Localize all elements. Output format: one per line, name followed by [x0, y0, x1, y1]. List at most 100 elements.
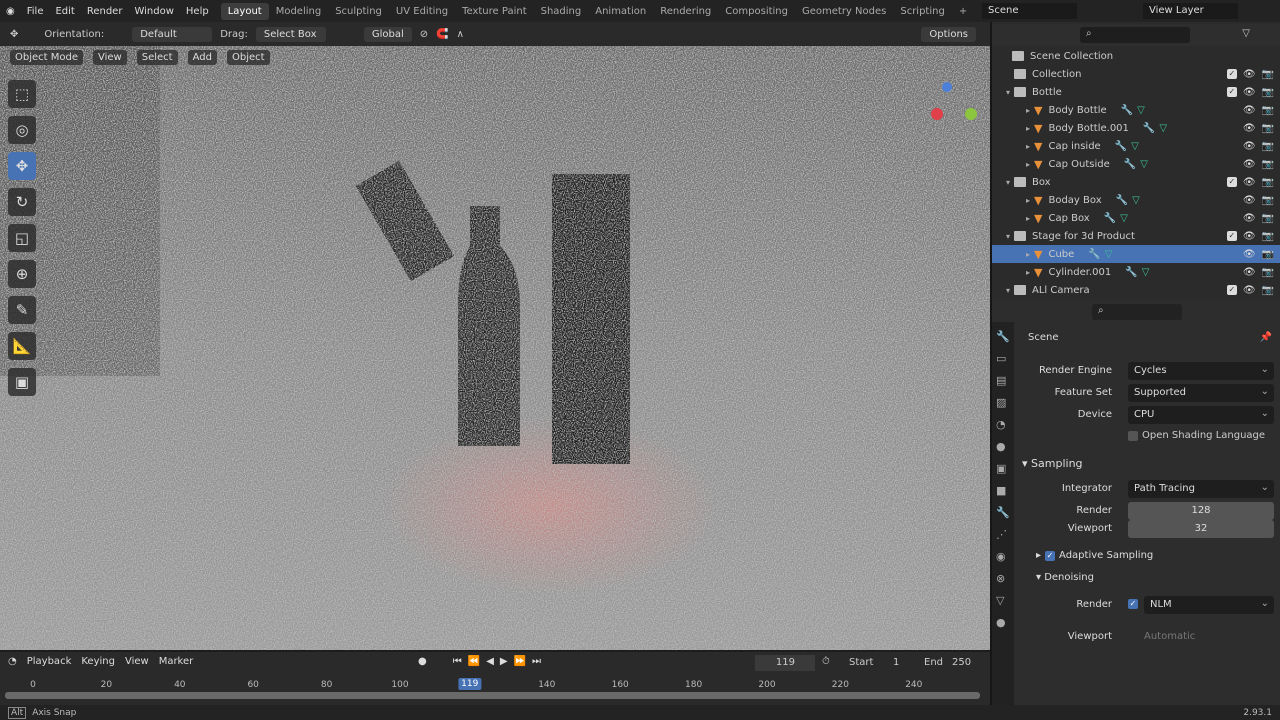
denoise-viewport-value[interactable]: Automatic — [1144, 631, 1195, 642]
play-button[interactable]: ▶ — [500, 656, 508, 667]
expand-arrow-icon[interactable]: ▸ — [992, 124, 1034, 133]
playback-menu[interactable]: Playback — [27, 656, 72, 667]
expand-arrow-icon[interactable]: ▾ — [992, 88, 1014, 97]
modifier-icon[interactable]: 🔧 — [1115, 141, 1127, 152]
tool-tab-icon[interactable]: 🔧 — [996, 330, 1010, 343]
render-engine-dropdown[interactable]: Cycles ⌄ — [1128, 362, 1274, 380]
visibility-eye-icon[interactable]: 👁 — [1243, 249, 1256, 260]
render-camera-icon[interactable]: 📷 — [1262, 159, 1274, 170]
current-frame-field[interactable]: 119 — [755, 655, 815, 671]
mesh-data-icon[interactable]: ▽ — [1137, 105, 1145, 116]
render-camera-icon[interactable]: 📷 — [1262, 195, 1274, 206]
tab-layout[interactable]: Layout — [220, 2, 269, 20]
select-box-icon[interactable]: ⬚ — [8, 80, 36, 108]
outliner-search-input[interactable]: ⌕ — [1080, 27, 1190, 43]
scene-tab-icon[interactable]: ◔ — [996, 418, 1010, 431]
playhead[interactable]: 119 — [458, 678, 482, 690]
render-camera-icon[interactable]: 📷 — [1262, 267, 1274, 278]
modifier-tab-icon[interactable]: 🔧 — [996, 506, 1010, 519]
feature-set-dropdown[interactable]: Supported ⌄ — [1128, 384, 1274, 402]
tab-shading[interactable]: Shading — [534, 3, 589, 20]
tab-compositing[interactable]: Compositing — [718, 3, 795, 20]
mesh-data-icon[interactable]: ▽ — [1142, 267, 1150, 278]
menu-edit[interactable]: Edit — [49, 6, 80, 17]
properties-search-input[interactable]: ⌕ — [1092, 304, 1182, 320]
view-layer-tab-icon[interactable]: ▨ — [996, 396, 1010, 409]
mesh-data-icon[interactable]: ▽ — [1131, 141, 1139, 152]
outliner-item[interactable]: ▸ ▼ Cylinder.001 🔧 ▽ 👁 📷 — [992, 263, 1280, 281]
jump-end-button[interactable]: ⏭ — [532, 656, 541, 667]
modifier-icon[interactable]: 🔧 — [1125, 267, 1137, 278]
visibility-eye-icon[interactable]: 👁 — [1243, 177, 1256, 188]
pivot-icon[interactable]: ⊘ — [420, 29, 428, 40]
navigation-gizmo[interactable] — [925, 82, 977, 150]
render-camera-icon[interactable]: 📷 — [1262, 69, 1274, 80]
exclude-checkbox[interactable]: ✓ — [1226, 68, 1237, 79]
tab-uv-editing[interactable]: UV Editing — [389, 3, 455, 20]
measure-icon[interactable]: 📐 — [8, 332, 36, 360]
view-menu[interactable]: View — [125, 656, 149, 667]
visibility-eye-icon[interactable]: 👁 — [1243, 195, 1256, 206]
outliner-item[interactable]: ▸ ▼ Cap inside 🔧 ▽ 👁 📷 — [992, 137, 1280, 155]
outliner-item[interactable]: ▾ Box ✓ 👁 📷 — [992, 173, 1280, 191]
render-camera-icon[interactable]: 📷 — [1262, 105, 1274, 116]
menu-file[interactable]: File — [21, 6, 50, 17]
modifier-icon[interactable]: 🔧 — [1104, 213, 1116, 224]
options-dropdown[interactable]: Options — [921, 26, 976, 42]
prev-keyframe-button[interactable]: ⏪ — [468, 656, 480, 667]
snap-icon[interactable]: 🧲 — [436, 29, 448, 40]
tab-rendering[interactable]: Rendering — [653, 3, 718, 20]
scene-selector[interactable]: Scene — [982, 3, 1077, 19]
modifier-icon[interactable]: 🔧 — [1121, 105, 1133, 116]
adaptive-sampling-panel[interactable]: ▸ ✓ Adaptive Sampling — [1036, 550, 1153, 561]
visibility-eye-icon[interactable]: 👁 — [1243, 123, 1256, 134]
tab-texture-paint[interactable]: Texture Paint — [455, 3, 534, 20]
particles-tab-icon[interactable]: ⋰ — [996, 528, 1010, 541]
proportional-edit-icon[interactable]: ∧ — [457, 29, 464, 40]
mesh-data-icon[interactable]: ▽ — [1120, 213, 1128, 224]
outliner-item[interactable]: Collection ✓ 👁 📷 — [992, 65, 1280, 83]
marker-menu[interactable]: Marker — [159, 656, 194, 667]
exclude-checkbox[interactable]: ✓ — [1226, 284, 1237, 295]
modifier-icon[interactable]: 🔧 — [1088, 249, 1100, 260]
view-layer-selector[interactable]: View Layer — [1143, 3, 1238, 19]
tab-animation[interactable]: Animation — [588, 3, 653, 20]
record-button[interactable]: ● — [418, 656, 427, 667]
menu-help[interactable]: Help — [180, 6, 215, 17]
denoise-render-checkbox[interactable]: ✓ — [1128, 598, 1138, 609]
render-camera-icon[interactable]: 📷 — [1262, 141, 1274, 152]
outliner-item[interactable]: ▸ ▼ Body Bottle.001 🔧 ▽ 👁 📷 — [992, 119, 1280, 137]
expand-arrow-icon[interactable]: ▸ — [992, 268, 1034, 277]
drag-dropdown[interactable]: Select Box — [255, 26, 326, 42]
mesh-data-icon[interactable]: ▽ — [1132, 195, 1140, 206]
add-workspace-button[interactable]: + — [952, 3, 974, 20]
mesh-data-icon[interactable]: ▽ — [1105, 249, 1113, 260]
osl-checkbox[interactable]: Open Shading Language — [1128, 430, 1265, 441]
render-camera-icon[interactable]: 📷 — [1262, 231, 1274, 242]
expand-arrow-icon[interactable]: ▸ — [992, 196, 1034, 205]
stopwatch-icon[interactable]: ⏱ — [822, 656, 830, 667]
expand-arrow-icon[interactable]: ▸ — [992, 142, 1034, 151]
outliner-item[interactable]: ▸ ▼ Cap Box 🔧 ▽ 👁 📷 — [992, 209, 1280, 227]
end-frame-field[interactable]: 250 — [952, 657, 971, 668]
modifier-icon[interactable]: 🔧 — [1116, 195, 1128, 206]
menu-add[interactable]: Add — [187, 49, 217, 65]
y-axis-icon[interactable] — [965, 108, 977, 120]
expand-arrow-icon[interactable]: ▾ — [992, 286, 1014, 295]
filter-icon[interactable]: ▽ — [1242, 28, 1250, 39]
menu-render[interactable]: Render — [81, 6, 129, 17]
editor-type-icon[interactable]: ◔ — [8, 656, 17, 667]
constraints-tab-icon[interactable]: ⊗ — [996, 572, 1010, 585]
move-icon[interactable]: ✥ — [8, 152, 36, 180]
exclude-checkbox[interactable]: ✓ — [1226, 176, 1237, 187]
data-tab-icon[interactable]: ▽ — [996, 594, 1010, 607]
visibility-eye-icon[interactable]: 👁 — [1243, 159, 1256, 170]
visibility-eye-icon[interactable]: 👁 — [1243, 69, 1256, 80]
annotate-icon[interactable]: ✎ — [8, 296, 36, 324]
denoiser-dropdown[interactable]: NLM ⌄ — [1144, 596, 1274, 614]
menu-view[interactable]: View — [93, 49, 127, 65]
outliner-item[interactable]: ▾ Stage for 3d Product ✓ 👁 📷 — [992, 227, 1280, 245]
outliner-item[interactable]: ▾ Bottle ✓ 👁 📷 — [992, 83, 1280, 101]
z-axis-icon[interactable] — [942, 82, 952, 92]
expand-arrow-icon[interactable]: ▸ — [992, 214, 1034, 223]
